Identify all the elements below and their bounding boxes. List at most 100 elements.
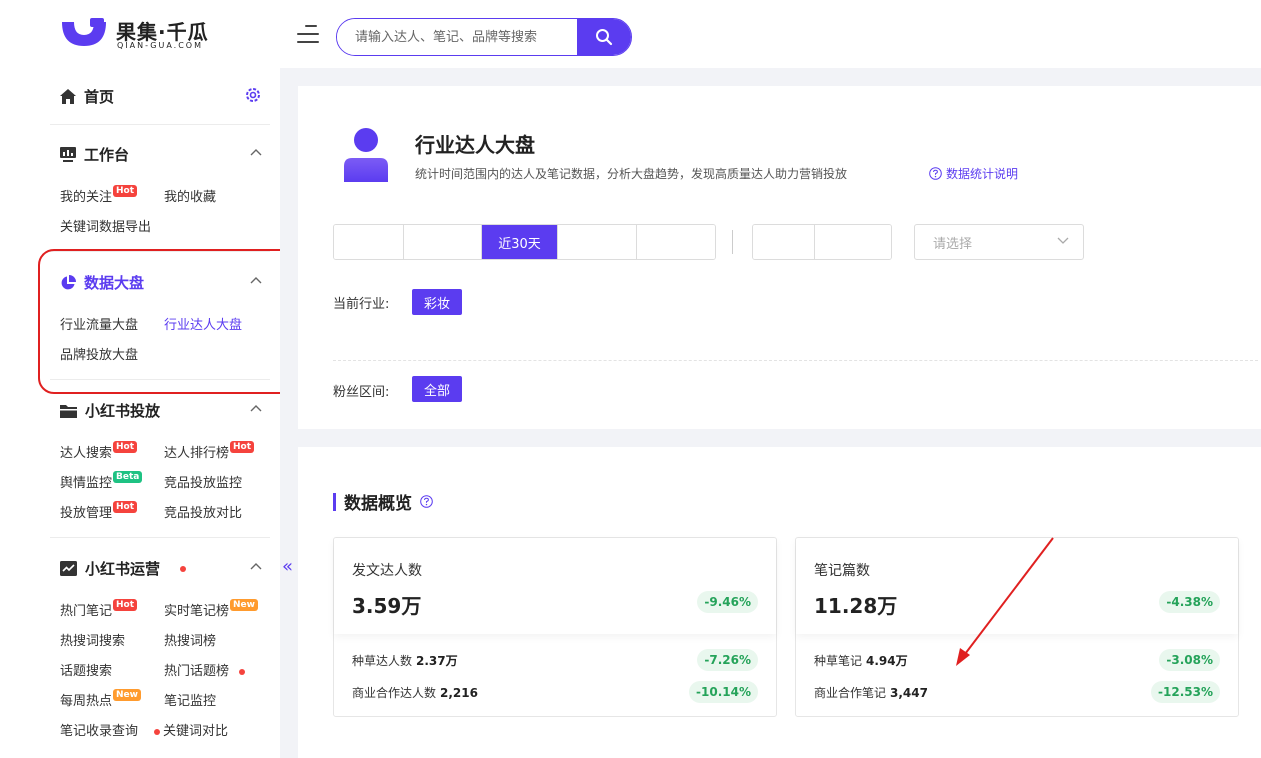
date-option-1[interactable] bbox=[334, 225, 404, 259]
question-circle-icon bbox=[929, 167, 942, 180]
sidebar-item-keyword-export[interactable]: 关键词数据导出 bbox=[60, 216, 151, 235]
new-badge: New bbox=[230, 599, 258, 611]
overview-card: 数据概览 发文达人数 3.59万 -9.46% 种草达人数 2.37万 -7.26… bbox=[298, 447, 1261, 758]
sidebar-item-label: 竞品投放对比 bbox=[164, 506, 243, 521]
sidebar-item-competitor-monitor[interactable]: 竞品投放监控 bbox=[164, 472, 242, 491]
hot-badge: Hot bbox=[113, 599, 138, 611]
sidebar-item-hot-topics[interactable]: 热门话题榜 bbox=[164, 660, 246, 679]
stat-label: 笔记篇数 bbox=[814, 563, 870, 579]
sidebar-item-note-index-check[interactable]: 笔记收录查询 bbox=[60, 720, 138, 739]
select-placeholder: 请选择 bbox=[933, 236, 973, 252]
change-chip: -9.46% bbox=[697, 591, 758, 613]
sidebar-item-label: 我的关注 bbox=[60, 190, 113, 205]
chevron-up-icon[interactable] bbox=[250, 562, 262, 570]
date-option-2[interactable] bbox=[404, 225, 482, 259]
sidebar-section-label: 数据大盘 bbox=[84, 274, 145, 292]
sidebar-item-label: 每周热点 bbox=[60, 694, 113, 709]
help-link-label: 数据统计说明 bbox=[946, 167, 1019, 181]
stat-value: 11.28万 bbox=[814, 594, 898, 618]
stat-sub-row: 种草笔记 4.94万 bbox=[814, 652, 908, 669]
fans-range-tag[interactable]: 全部 bbox=[412, 376, 463, 402]
sidebar-item-industry-traffic[interactable]: 行业流量大盘 bbox=[60, 314, 138, 333]
top-header: 果集·千瓜 QIAN-GUA.COM bbox=[0, 0, 1261, 68]
sidebar-item-sentiment-monitor[interactable]: 舆情监控 Beta bbox=[60, 471, 143, 491]
change-chip: -3.08% bbox=[1159, 649, 1220, 671]
sidebar-item-brand-ads[interactable]: 品牌投放大盘 bbox=[60, 344, 138, 363]
user-avatar-icon bbox=[344, 128, 388, 182]
date-range-selector: 近30天 bbox=[333, 224, 716, 260]
sidebar-item-label: 热门话题榜 bbox=[164, 664, 230, 679]
heading-accent-bar bbox=[333, 492, 336, 511]
change-chip: -7.26% bbox=[697, 649, 758, 671]
date-range-selector-2 bbox=[752, 224, 892, 260]
sidebar-item-label: 达人搜索 bbox=[60, 446, 113, 461]
chevron-up-icon[interactable] bbox=[250, 148, 262, 156]
hot-badge: Hot bbox=[113, 185, 138, 197]
stat-sub-value: 3,447 bbox=[890, 686, 928, 700]
date-option-30-days[interactable]: 近30天 bbox=[482, 225, 558, 259]
search-input[interactable] bbox=[337, 19, 577, 55]
menu-toggle-icon[interactable] bbox=[297, 25, 319, 43]
date-option-5[interactable] bbox=[637, 225, 715, 259]
change-chip: -4.38% bbox=[1159, 591, 1220, 613]
sidebar-section-dashboard[interactable]: 数据大盘 bbox=[60, 272, 144, 293]
sidebar-item-kol-search[interactable]: 达人搜索 Hot bbox=[60, 441, 138, 461]
chevron-down-icon bbox=[1057, 237, 1069, 244]
sidebar-item-industry-kol[interactable]: 行业达人大盘 bbox=[164, 314, 242, 333]
gear-icon[interactable] bbox=[244, 86, 262, 104]
stat-sub-label: 种草笔记 bbox=[814, 654, 863, 668]
data-stats-help-link[interactable]: 数据统计说明 bbox=[929, 165, 1018, 182]
filter-card: 行业达人大盘 统计时间范围内的达人及笔记数据，分析大盘趋势，发现高质量达人助力营… bbox=[298, 86, 1261, 429]
sidebar-item-label: 热门笔记 bbox=[60, 604, 113, 619]
sidebar-item-kol-ranking[interactable]: 达人排行榜 Hot bbox=[164, 441, 255, 461]
home-icon bbox=[60, 89, 76, 104]
sidebar-item-label: 实时笔记榜 bbox=[164, 604, 230, 619]
sidebar-section-xhs-ads[interactable]: 小红书投放 bbox=[60, 400, 160, 421]
page-description: 统计时间范围内的达人及笔记数据，分析大盘趋势，发现高质量达人助力营销投放 bbox=[415, 167, 848, 181]
sidebar-item-my-favorites[interactable]: 我的收藏 bbox=[164, 186, 216, 205]
fans-range-label: 粉丝区间: bbox=[333, 385, 390, 400]
stat-sub-value: 2.37万 bbox=[416, 654, 458, 668]
notification-dot bbox=[154, 728, 160, 735]
sidebar-item-label: 我的收藏 bbox=[164, 190, 217, 205]
sidebar-item-label: 品牌投放大盘 bbox=[60, 348, 139, 363]
dashed-divider bbox=[333, 360, 1258, 361]
search-button[interactable] bbox=[577, 19, 631, 55]
question-circle-icon[interactable] bbox=[420, 495, 433, 508]
date-option-4[interactable] bbox=[558, 225, 637, 259]
industry-tag[interactable]: 彩妆 bbox=[412, 289, 463, 315]
sidebar-item-label: 关键词数据导出 bbox=[60, 220, 152, 235]
sidebar-section-xhs-ops[interactable]: 小红书运营 bbox=[60, 558, 187, 579]
chevron-up-icon[interactable] bbox=[250, 404, 262, 412]
chevron-up-icon[interactable] bbox=[250, 276, 262, 284]
sidebar-item-label: 竞品投放监控 bbox=[164, 476, 243, 491]
collapse-sidebar-button[interactable]: « bbox=[282, 556, 293, 577]
sidebar-item-competitor-compare[interactable]: 竞品投放对比 bbox=[164, 502, 242, 521]
stat-sub-label: 商业合作达人数 bbox=[352, 686, 437, 700]
hot-badge: Hot bbox=[113, 501, 138, 513]
sidebar-item-hot-search[interactable]: 热搜词搜索 bbox=[60, 630, 125, 649]
pie-chart-icon bbox=[61, 274, 76, 289]
divider bbox=[50, 124, 270, 125]
beta-badge: Beta bbox=[113, 471, 143, 483]
search-box bbox=[336, 18, 632, 56]
sidebar-item-topic-search[interactable]: 话题搜索 bbox=[60, 660, 112, 679]
hot-badge: Hot bbox=[113, 441, 138, 453]
sidebar-item-home[interactable]: 首页 bbox=[60, 86, 114, 107]
date-option-6[interactable] bbox=[753, 225, 815, 259]
sidebar-item-label: 行业达人大盘 bbox=[164, 318, 243, 333]
sidebar-item-ads-management[interactable]: 投放管理 Hot bbox=[60, 501, 138, 521]
sidebar-item-weekly-trends[interactable]: 每周热点 New bbox=[60, 689, 141, 709]
logo[interactable]: 果集·千瓜 QIAN-GUA.COM bbox=[60, 14, 220, 58]
date-option-7[interactable] bbox=[815, 225, 891, 259]
sidebar-item-hot-notes[interactable]: 热门笔记 Hot bbox=[60, 599, 138, 619]
date-select-dropdown[interactable]: 请选择 bbox=[914, 224, 1084, 260]
sidebar-item-my-follow[interactable]: 我的关注 Hot bbox=[60, 185, 138, 205]
sidebar-item-hot-search-ranking[interactable]: 热搜词榜 bbox=[164, 630, 216, 649]
sidebar-item-realtime-notes[interactable]: 实时笔记榜 New bbox=[164, 599, 258, 619]
sidebar-item-keyword-compare[interactable]: 关键词对比 bbox=[154, 720, 228, 739]
logo-mark-icon bbox=[62, 18, 106, 46]
sidebar-section-workbench[interactable]: 工作台 bbox=[60, 144, 129, 165]
sidebar-item-note-monitor[interactable]: 笔记监控 bbox=[164, 690, 216, 709]
hot-badge: Hot bbox=[230, 441, 255, 453]
